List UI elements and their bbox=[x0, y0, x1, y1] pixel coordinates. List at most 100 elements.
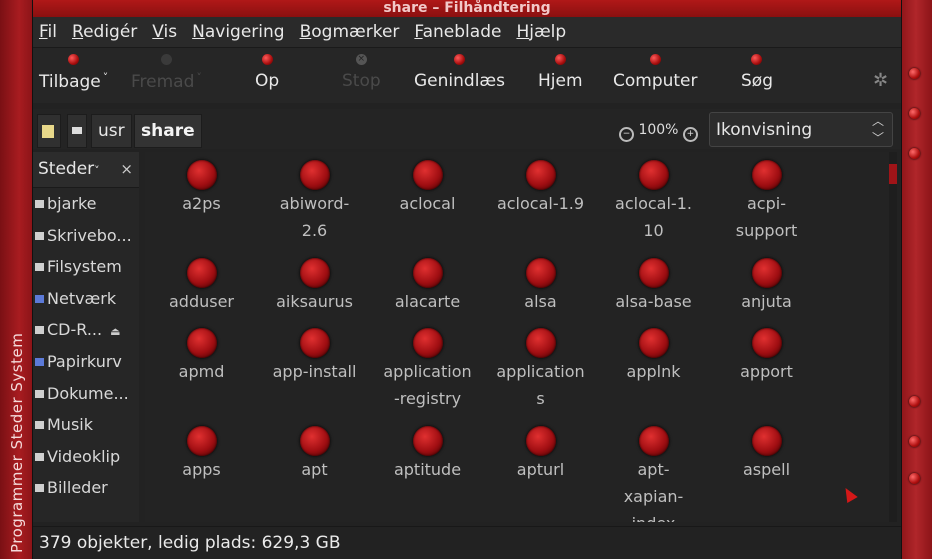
menubar: Fil Redigér Vis Navigering Bogmærker Fan… bbox=[33, 17, 901, 48]
folder-item[interactable]: application -registry bbox=[371, 324, 484, 412]
zoom-in-icon[interactable]: + bbox=[682, 127, 698, 142]
vertical-scrollbar[interactable] bbox=[889, 152, 897, 522]
home-folder-icon bbox=[35, 200, 44, 208]
crumb-usr[interactable]: usr bbox=[91, 114, 132, 148]
folder-icon bbox=[186, 258, 217, 288]
sidebar-item-music[interactable]: Musik bbox=[33, 409, 139, 441]
crumb-share[interactable]: share bbox=[134, 114, 202, 148]
view-mode-value: Ikonvisning bbox=[716, 120, 813, 140]
folder-item[interactable]: aclocal-1.9 bbox=[484, 156, 597, 217]
folder-item[interactable]: alsa bbox=[484, 254, 597, 315]
home-button[interactable]: Hjem bbox=[538, 54, 583, 91]
folder-item[interactable]: apt bbox=[258, 422, 371, 483]
sidebar-item-pictures[interactable]: Billeder bbox=[33, 472, 139, 504]
up-button[interactable]: Op bbox=[255, 54, 279, 91]
folder-item[interactable]: apport bbox=[710, 324, 823, 385]
folder-item[interactable]: acpi- support bbox=[710, 156, 823, 244]
close-icon[interactable]: × bbox=[120, 152, 133, 187]
folder-label: apt- xapian- index bbox=[623, 460, 684, 522]
folder-item[interactable]: apt- xapian- index bbox=[597, 422, 710, 522]
sidebar-item-documents[interactable]: Dokume... bbox=[33, 378, 139, 410]
sidebar-item-label: CD-R... bbox=[47, 320, 103, 340]
folder-label: applnk bbox=[626, 362, 681, 381]
folder-item[interactable]: application s bbox=[484, 324, 597, 412]
menu-bookmarks[interactable]: Bogmærker bbox=[300, 22, 400, 42]
back-dropdown-icon[interactable]: ˅ bbox=[103, 71, 109, 84]
throbber-icon: ✲ bbox=[873, 70, 889, 91]
folder-item[interactable]: aspell bbox=[710, 422, 823, 483]
search-button[interactable]: Søg bbox=[741, 54, 773, 91]
sidebar-item-label: Filsystem bbox=[47, 257, 122, 277]
network-icon bbox=[35, 294, 44, 303]
panel-applet-icon[interactable] bbox=[909, 148, 920, 159]
sidebar-item-home[interactable]: bjarke bbox=[33, 188, 139, 220]
menu-view[interactable]: Vis bbox=[152, 22, 177, 42]
folder-icon bbox=[638, 258, 669, 288]
folder-item[interactable]: alacarte bbox=[371, 254, 484, 315]
sidebar-header[interactable]: Steder˅ × bbox=[33, 152, 139, 188]
folder-item[interactable]: aptitude bbox=[371, 422, 484, 483]
folder-item[interactable]: alsa-base bbox=[597, 254, 710, 315]
crumb-root[interactable] bbox=[67, 114, 87, 148]
eject-icon[interactable]: ⏏ bbox=[110, 325, 120, 338]
folder-item[interactable]: anjuta bbox=[710, 254, 823, 315]
folder-item[interactable]: apmd bbox=[145, 324, 258, 385]
computer-button[interactable]: Computer bbox=[613, 54, 698, 91]
forward-dropdown-icon[interactable]: ˅ bbox=[196, 71, 202, 84]
folder-item[interactable]: a2ps bbox=[145, 156, 258, 217]
folder-item[interactable]: aiksaurus bbox=[258, 254, 371, 315]
reload-icon bbox=[453, 54, 465, 65]
toolbar: Tilbage ˅ Fremad ˅ Op × Stop Genindlæs Hje… bbox=[33, 48, 901, 103]
back-button[interactable]: Tilbage ˅ bbox=[39, 54, 108, 92]
folder-icon bbox=[412, 328, 443, 358]
menu-edit[interactable]: Redigér bbox=[72, 22, 137, 42]
sidebar: Steder˅ × bjarke Skrivebo... Filsystem N… bbox=[33, 152, 139, 522]
folder-item[interactable]: apturl bbox=[484, 422, 597, 483]
panel-applet-icon[interactable] bbox=[909, 473, 920, 484]
folder-item[interactable]: apps bbox=[145, 422, 258, 483]
stop-button[interactable]: × Stop bbox=[342, 54, 381, 91]
panel-applet-icon[interactable] bbox=[909, 68, 920, 79]
folder-item[interactable]: aclocal-1. 10 bbox=[597, 156, 710, 244]
folder-icon bbox=[412, 426, 443, 456]
forward-button[interactable]: Fremad ˅ bbox=[131, 54, 202, 92]
sidebar-item-trash[interactable]: Papirkurv bbox=[33, 346, 139, 378]
folder-icon bbox=[186, 426, 217, 456]
folder-icon bbox=[299, 160, 330, 190]
menu-navigation[interactable]: Navigering bbox=[192, 22, 284, 42]
menu-tabs[interactable]: Faneblade bbox=[414, 22, 501, 42]
sidebar-item-cdrom[interactable]: CD-R... ⏏ bbox=[33, 314, 139, 346]
panel-applet-icon[interactable] bbox=[909, 396, 920, 407]
view-mode-select[interactable]: Ikonvisning ︿ ﹀ bbox=[709, 112, 893, 147]
folder-item[interactable]: applnk bbox=[597, 324, 710, 385]
reload-button[interactable]: Genindlæs bbox=[414, 54, 505, 91]
menu-file[interactable]: Fil bbox=[39, 22, 57, 42]
folder-item[interactable]: abiword- 2.6 bbox=[258, 156, 371, 244]
folder-label: anjuta bbox=[741, 292, 792, 311]
folder-icon bbox=[525, 328, 556, 358]
folder-item[interactable]: adduser bbox=[145, 254, 258, 315]
folder-item[interactable]: app-install bbox=[258, 324, 371, 385]
panel-applet-icon[interactable] bbox=[909, 436, 920, 447]
panel-menu-text[interactable]: Programmer Steder System bbox=[8, 333, 26, 553]
file-manager-window: share – Filhåndtering Fil Redigér Vis Na… bbox=[32, 0, 902, 559]
zoom-out-icon[interactable]: − bbox=[619, 127, 634, 142]
panel-applet-icon[interactable] bbox=[909, 108, 920, 119]
folder-label: alacarte bbox=[394, 292, 461, 311]
sidebar-item-filesystem[interactable]: Filsystem bbox=[33, 251, 139, 283]
scrollbar-thumb[interactable] bbox=[889, 164, 897, 184]
folder-item[interactable]: aclocal bbox=[371, 156, 484, 217]
folder-icon bbox=[299, 258, 330, 288]
sidebar-item-desktop[interactable]: Skrivebo... bbox=[33, 220, 139, 252]
edit-location-button[interactable] bbox=[37, 114, 61, 148]
zoom-level[interactable]: 100% bbox=[638, 122, 678, 138]
sidebar-item-network[interactable]: Netværk bbox=[33, 283, 139, 315]
menu-help[interactable]: Hjælp bbox=[516, 22, 566, 42]
window-title[interactable]: share – Filhåndtering bbox=[33, 0, 901, 17]
stop-icon: × bbox=[355, 54, 367, 65]
search-icon bbox=[751, 54, 763, 65]
folder-icon bbox=[751, 328, 782, 358]
folder-label: app-install bbox=[272, 362, 357, 381]
sidebar-item-videos[interactable]: Videoklip bbox=[33, 441, 139, 473]
folder-icon bbox=[186, 160, 217, 190]
